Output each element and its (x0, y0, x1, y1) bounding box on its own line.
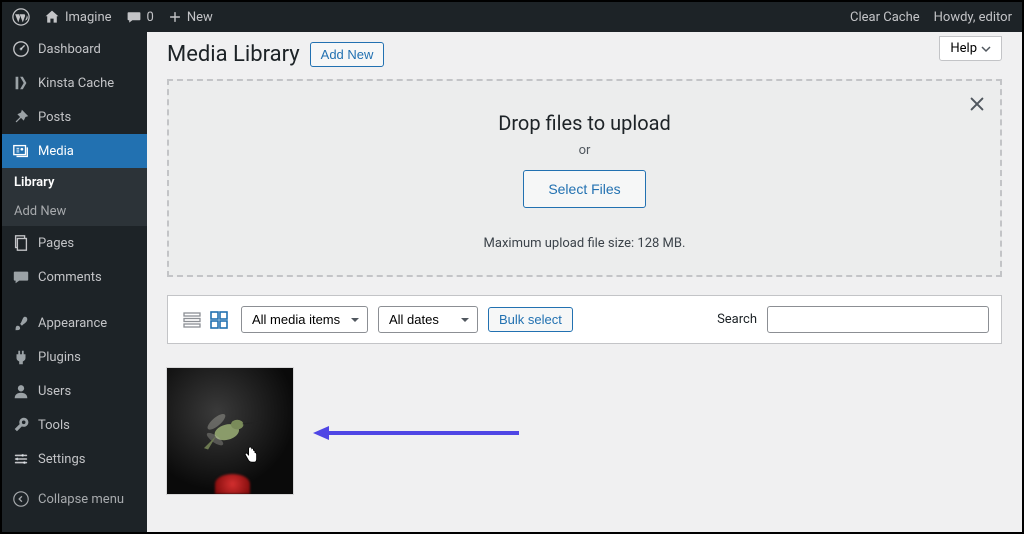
main-content: Help Media Library Add New Drop files to… (147, 32, 1022, 532)
upload-dropzone[interactable]: Drop files to upload or Select Files Max… (167, 79, 1002, 277)
sidebar-item-kinsta-cache[interactable]: Kinsta Cache (2, 66, 147, 100)
sidebar-label: Tools (38, 418, 70, 433)
pin-icon (12, 108, 30, 126)
media-icon (12, 142, 30, 160)
cursor-pointer-icon (243, 446, 259, 464)
max-upload-size-text: Maximum upload file size: 128 MB. (189, 236, 980, 251)
close-uploader-button[interactable] (968, 95, 986, 117)
sidebar-label: Dashboard (38, 42, 101, 57)
plus-icon (168, 10, 182, 24)
bulk-select-button[interactable]: Bulk select (488, 307, 573, 332)
sidebar-subitem-add-new[interactable]: Add New (2, 197, 147, 226)
help-tab-button[interactable]: Help (939, 36, 1002, 61)
kinsta-icon (12, 74, 30, 92)
new-content-link[interactable]: New (168, 10, 213, 25)
dashboard-icon (12, 40, 30, 58)
media-thumbnail (167, 368, 293, 494)
grid-view-icon (209, 310, 229, 330)
wordpress-icon (12, 8, 30, 26)
view-grid-button[interactable] (207, 308, 231, 332)
sidebar-item-tools[interactable]: Tools (2, 408, 147, 442)
sidebar-item-settings[interactable]: Settings (2, 442, 147, 476)
sidebar-item-comments[interactable]: Comments (2, 260, 147, 294)
sidebar-item-dashboard[interactable]: Dashboard (2, 32, 147, 66)
sidebar-label: Settings (38, 452, 85, 467)
sidebar-label: Plugins (38, 350, 81, 365)
home-icon (44, 9, 60, 25)
sidebar-label: Users (38, 384, 71, 399)
list-view-icon (182, 310, 202, 330)
settings-icon (12, 450, 30, 468)
collapse-menu-button[interactable]: Collapse menu (2, 482, 147, 516)
sidebar-item-plugins[interactable]: Plugins (2, 340, 147, 374)
media-grid (167, 368, 1002, 494)
sidebar-label: Comments (38, 270, 102, 285)
add-new-button[interactable]: Add New (310, 42, 385, 67)
sidebar-item-posts[interactable]: Posts (2, 100, 147, 134)
user-icon (12, 382, 30, 400)
collapse-icon (12, 490, 30, 508)
comment-icon (126, 9, 142, 25)
view-list-button[interactable] (180, 308, 204, 332)
search-input[interactable] (767, 306, 989, 333)
sidebar-item-appearance[interactable]: Appearance (2, 306, 147, 340)
howdy-account-link[interactable]: Howdy, editor (934, 10, 1012, 25)
pages-icon (12, 234, 30, 252)
annotation-arrow (311, 424, 521, 442)
sidebar-item-media[interactable]: Media (2, 134, 147, 168)
select-files-button[interactable]: Select Files (523, 170, 645, 208)
sidebar-label: Kinsta Cache (38, 76, 114, 91)
sidebar-item-users[interactable]: Users (2, 374, 147, 408)
new-label: New (187, 10, 213, 25)
plug-icon (12, 348, 30, 366)
media-filter-bar: All media items All dates Bulk select Se… (167, 295, 1002, 344)
wrench-icon (12, 416, 30, 434)
sidebar-label: Posts (38, 110, 71, 125)
wordpress-logo-menu[interactable] (12, 8, 30, 26)
search-label: Search (717, 312, 757, 327)
dropzone-heading: Drop files to upload (189, 111, 980, 135)
collapse-label: Collapse menu (38, 492, 124, 507)
site-name: Imagine (65, 10, 112, 25)
page-title: Media Library (167, 42, 300, 67)
site-home-link[interactable]: Imagine (44, 9, 112, 25)
brush-icon (12, 314, 30, 332)
date-filter[interactable]: All dates (378, 306, 478, 333)
sidebar-item-pages[interactable]: Pages (2, 226, 147, 260)
comment-count: 0 (147, 10, 154, 25)
close-icon (968, 95, 986, 113)
clear-cache-link[interactable]: Clear Cache (850, 10, 920, 25)
dropzone-or-text: or (189, 143, 980, 158)
comments-icon (12, 268, 30, 286)
sidebar-label: Media (38, 144, 74, 159)
admin-sidebar: Dashboard Kinsta Cache Posts Media Libra… (2, 32, 147, 532)
sidebar-submenu-media: Library Add New (2, 168, 147, 226)
admin-toolbar: Imagine 0 New Clear Cache Howdy, editor (2, 2, 1022, 32)
media-type-filter[interactable]: All media items (241, 306, 368, 333)
comments-link[interactable]: 0 (126, 9, 154, 25)
sidebar-label: Pages (38, 236, 74, 251)
sidebar-subitem-library[interactable]: Library (2, 168, 147, 197)
arrow-left-icon (311, 424, 521, 442)
sidebar-label: Appearance (38, 316, 107, 331)
chevron-down-icon (981, 44, 991, 54)
media-item[interactable] (167, 368, 293, 494)
